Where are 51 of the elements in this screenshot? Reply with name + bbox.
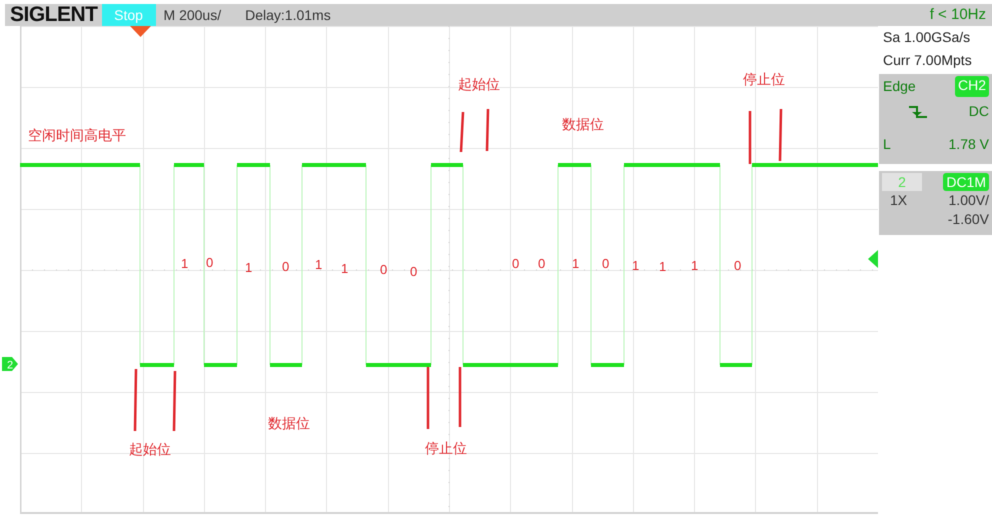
bit-label: 0: [206, 256, 214, 269]
marker-line: [486, 108, 490, 152]
marker-line: [778, 108, 782, 162]
sample-rate: Sa 1.00GSa/s: [882, 28, 972, 47]
bit-label: 0: [734, 259, 742, 272]
bit-label: 0: [538, 257, 546, 270]
bit-label: 0: [602, 257, 610, 270]
bit-label: 1: [632, 259, 640, 272]
trigger-frequency: f < 10Hz: [930, 5, 987, 25]
bit-label: 1: [181, 257, 188, 270]
channel-marker-icon: 2: [2, 357, 18, 371]
bit-label: 0: [282, 260, 290, 273]
vertical-scale: 1.00V/: [948, 191, 989, 210]
delay: Delay:1.01ms: [245, 6, 331, 25]
trigger-type: Edge: [883, 77, 916, 96]
memory-depth: Curr 7.00Mpts: [882, 51, 973, 70]
annotation-label: 起始位: [129, 442, 171, 456]
annotation-label: 停止位: [743, 72, 785, 86]
bit-label: 1: [315, 258, 322, 271]
bit-label: 0: [512, 257, 520, 270]
trigger-level: 1.78 V: [948, 135, 989, 154]
annotation-label: 数据位: [268, 416, 310, 430]
marker-line: [172, 370, 176, 432]
channel-number: 2: [882, 173, 922, 191]
bit-label: 1: [659, 260, 666, 273]
timebase: M 200us/: [164, 6, 222, 25]
marker-line: [460, 112, 464, 152]
bit-label: 0: [380, 263, 388, 276]
trigger-level-icon: [868, 250, 878, 268]
bit-label: 1: [691, 259, 698, 272]
annotation-label: 停止位: [425, 441, 467, 455]
trigger-source: CH2: [954, 76, 989, 97]
marker-line: [426, 367, 430, 429]
bit-label: 1: [572, 257, 580, 270]
marker-line: [134, 368, 138, 432]
trigger-coupling: DC: [968, 102, 989, 121]
bit-label: 0: [410, 265, 418, 278]
bit-label: 1: [245, 261, 252, 274]
falling-edge-icon: [907, 104, 929, 120]
annotation-label: 起始位: [458, 77, 500, 91]
marker-line: [748, 111, 752, 164]
probe-ratio: 1X: [890, 191, 908, 210]
bit-label: 1: [341, 262, 348, 275]
run-state: Stop: [102, 4, 156, 26]
annotation-label: 空闲时间高电平: [28, 128, 126, 142]
channel-coupling: DC1M: [943, 173, 989, 191]
annotation-label: 数据位: [562, 117, 604, 131]
logo: SIGLENT: [9, 4, 99, 26]
vertical-offset: -1.60V: [948, 210, 989, 229]
level-label: L: [883, 135, 891, 154]
marker-line: [458, 367, 462, 427]
